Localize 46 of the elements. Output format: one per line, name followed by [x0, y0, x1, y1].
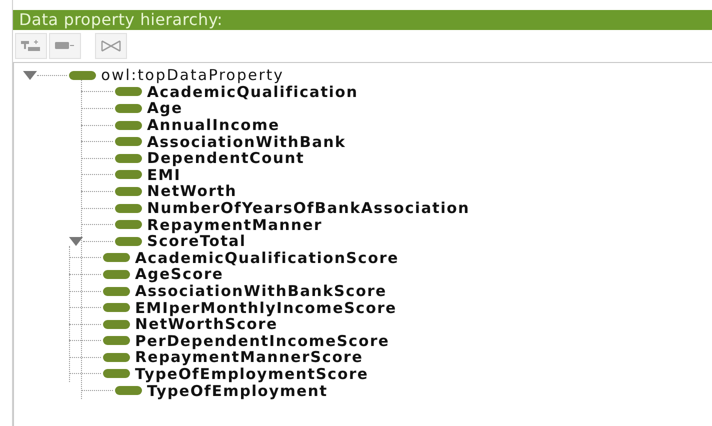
tree-item[interactable]: AcademicQualificationScore: [135, 250, 399, 266]
tree-item[interactable]: AssociationWithBank: [147, 134, 346, 150]
tree-item[interactable]: EMIperMonthlyIncomeScore: [135, 300, 397, 316]
tree-item[interactable]: AnnualIncome: [147, 117, 280, 134]
tree-item[interactable]: NetWorth: [147, 183, 237, 200]
tree-item[interactable]: DependentCount: [147, 150, 305, 166]
tree-item[interactable]: NumberOfYearsOfBankAssociation: [147, 200, 470, 216]
tree-item[interactable]: owl:topDataProperty: [101, 67, 284, 84]
property-icon: [103, 270, 130, 279]
property-icon: [115, 137, 142, 146]
property-icon: [115, 170, 142, 180]
tree-item[interactable]: RepaymentMannerScore: [135, 349, 364, 366]
tree-item[interactable]: AcademicQualification: [147, 84, 358, 100]
property-icon: [115, 186, 142, 196]
add-sibling-icon: [55, 40, 75, 52]
property-icon: [103, 253, 130, 262]
property-icon: [103, 369, 130, 378]
expand-triangle-icon[interactable]: [69, 236, 83, 246]
tree-item[interactable]: Age: [147, 100, 183, 116]
tree-item[interactable]: AssociationWithBankScore: [135, 283, 387, 300]
property-icon: [103, 336, 130, 346]
tree-item[interactable]: ScoreTotal: [147, 233, 246, 250]
property-icon: [103, 286, 130, 296]
property-icon: [115, 104, 142, 113]
tree-item[interactable]: AgeScore: [135, 266, 224, 282]
panel-title: Data property hierarchy:: [13, 10, 712, 30]
property-icon: [103, 352, 130, 362]
property-icon: [115, 204, 142, 213]
property-icon: [115, 120, 142, 130]
property-icon: [115, 220, 142, 230]
tree-item[interactable]: TypeOfEmploymentScore: [135, 366, 369, 382]
expand-triangle-icon[interactable]: [23, 70, 37, 80]
property-icon: [115, 236, 142, 246]
tree-item[interactable]: NetWorthScore: [135, 316, 278, 332]
property-icon: [103, 320, 130, 329]
tree-item[interactable]: PerDependentIncomeScore: [135, 332, 390, 349]
tree-item[interactable]: TypeOfEmployment: [147, 382, 328, 399]
tree-item[interactable]: RepaymentManner: [147, 216, 322, 233]
property-icon: [115, 386, 142, 396]
property-icon: [103, 303, 130, 312]
property-icon: [69, 70, 96, 80]
add-child-icon: [21, 40, 41, 52]
property-icon: [115, 154, 142, 163]
bowtie-icon: [101, 40, 121, 52]
tree-item[interactable]: EMI: [147, 166, 181, 183]
property-icon: [115, 87, 142, 96]
